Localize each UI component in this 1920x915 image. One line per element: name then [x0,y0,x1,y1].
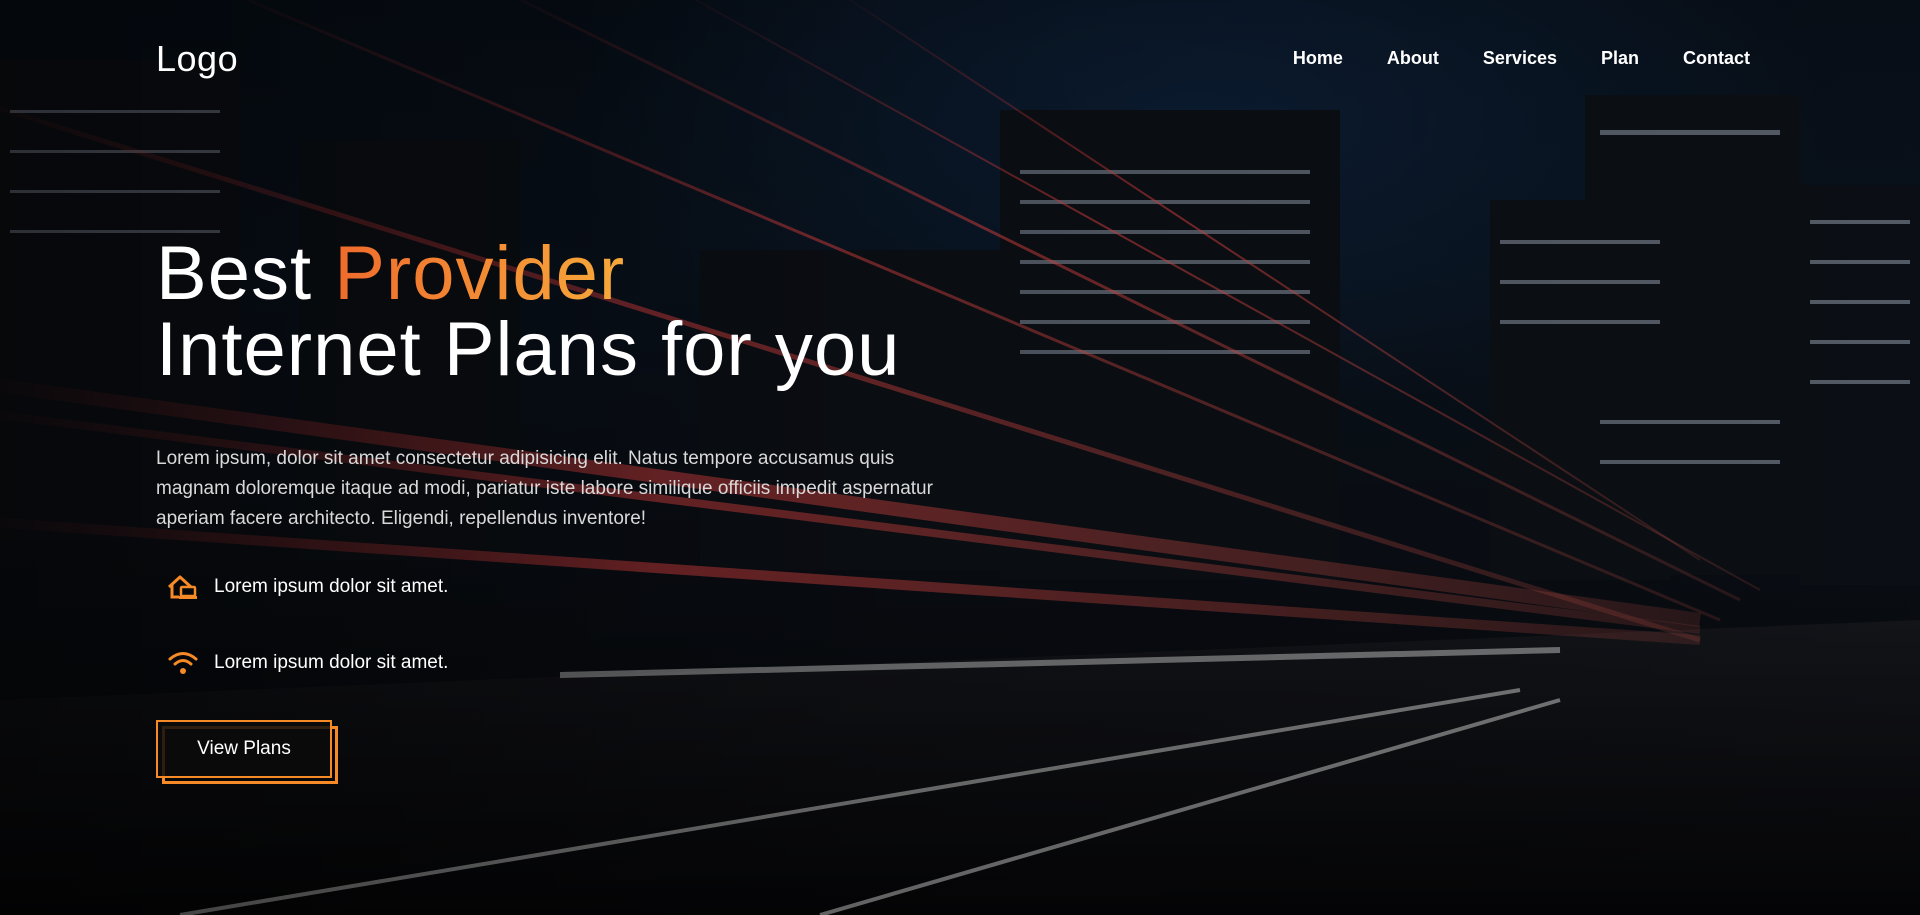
nav-item-home[interactable]: Home [1293,48,1343,69]
nav-item-about[interactable]: About [1387,48,1439,69]
view-plans-button-wrapper: View Plans [156,720,338,784]
nav-item-services[interactable]: Services [1483,48,1557,69]
feature-item: Lorem ipsum dolor sit amet. [166,572,448,602]
hero-title: Best Provider Internet Plans for you [156,236,900,388]
feature-item: Lorem ipsum dolor sit amet. [166,648,448,678]
site-logo[interactable]: Logo [156,38,238,80]
hero-title-line2: Internet Plans for you [156,307,901,392]
main-menu: Home About Services Plan Contact [1293,48,1750,69]
view-plans-button[interactable]: View Plans [156,720,332,778]
hero-title-prefix: Best [156,231,335,316]
wifi-icon [166,648,200,678]
feature-text: Lorem ipsum dolor sit amet. [214,652,449,673]
hero-title-accent: Provider [334,231,626,316]
nav-item-contact[interactable]: Contact [1683,48,1750,69]
nav-item-plan[interactable]: Plan [1601,48,1639,69]
feature-text: Lorem ipsum dolor sit amet. [214,576,449,597]
hero-description: Lorem ipsum, dolor sit amet consectetur … [156,448,933,529]
house-laptop-icon [166,572,200,602]
top-navigation: Logo Home About Services Plan Contact [0,0,1920,120]
